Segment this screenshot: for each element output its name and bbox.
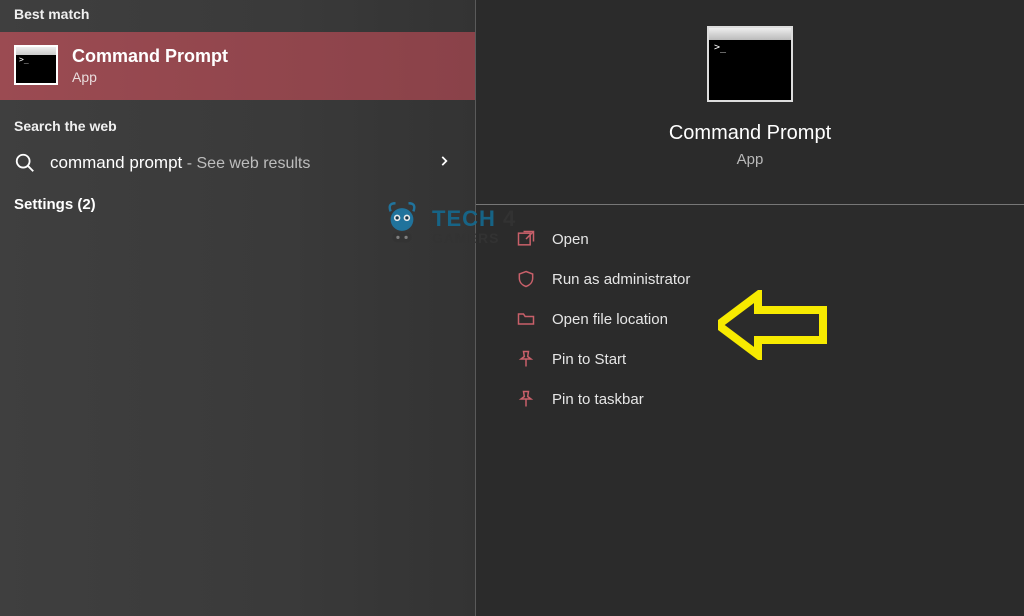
preview-subtitle: App bbox=[737, 151, 764, 168]
cmd-prompt-icon bbox=[14, 45, 58, 85]
cmd-prompt-icon bbox=[707, 26, 793, 102]
action-run-as-administrator[interactable]: Run as administrator bbox=[516, 261, 1024, 297]
best-match-text: Command Prompt App bbox=[72, 46, 228, 85]
shield-icon bbox=[516, 269, 536, 289]
search-icon bbox=[14, 152, 36, 174]
best-match-title: Command Prompt bbox=[72, 46, 228, 67]
preview-header: Command Prompt App bbox=[476, 0, 1024, 188]
action-open[interactable]: Open bbox=[516, 221, 1024, 257]
action-pin-to-start[interactable]: Pin to Start bbox=[516, 341, 1024, 377]
action-label: Run as administrator bbox=[552, 271, 690, 288]
pin-start-icon bbox=[516, 349, 536, 369]
folder-icon bbox=[516, 309, 536, 329]
web-result-text: command prompt - See web results bbox=[50, 153, 310, 173]
open-icon bbox=[516, 229, 536, 249]
results-panel: Best match Command Prompt App Search the… bbox=[0, 0, 475, 616]
start-search-window: Best match Command Prompt App Search the… bbox=[0, 0, 1024, 616]
pin-taskbar-icon bbox=[516, 389, 536, 409]
web-query: command prompt bbox=[50, 153, 182, 172]
web-suffix: - See web results bbox=[182, 155, 310, 172]
best-match-header: Best match bbox=[0, 0, 475, 32]
settings-results-header[interactable]: Settings (2) bbox=[0, 184, 475, 225]
search-web-header: Search the web bbox=[0, 100, 475, 144]
chevron-right-icon bbox=[437, 154, 451, 173]
preview-title: Command Prompt bbox=[669, 122, 831, 145]
best-match-result[interactable]: Command Prompt App bbox=[0, 32, 475, 100]
action-label: Open file location bbox=[552, 311, 668, 328]
preview-panel: Command Prompt App Open Run as a bbox=[475, 0, 1024, 616]
action-open-file-location[interactable]: Open file location bbox=[516, 301, 1024, 337]
action-pin-to-taskbar[interactable]: Pin to taskbar bbox=[516, 381, 1024, 417]
web-result-row[interactable]: command prompt - See web results bbox=[0, 144, 475, 184]
divider bbox=[476, 204, 1024, 205]
action-label: Open bbox=[552, 231, 589, 248]
best-match-subtitle: App bbox=[72, 69, 228, 85]
action-list: Open Run as administrator Open file loca… bbox=[476, 215, 1024, 417]
action-label: Pin to Start bbox=[552, 351, 626, 368]
action-label: Pin to taskbar bbox=[552, 391, 644, 408]
